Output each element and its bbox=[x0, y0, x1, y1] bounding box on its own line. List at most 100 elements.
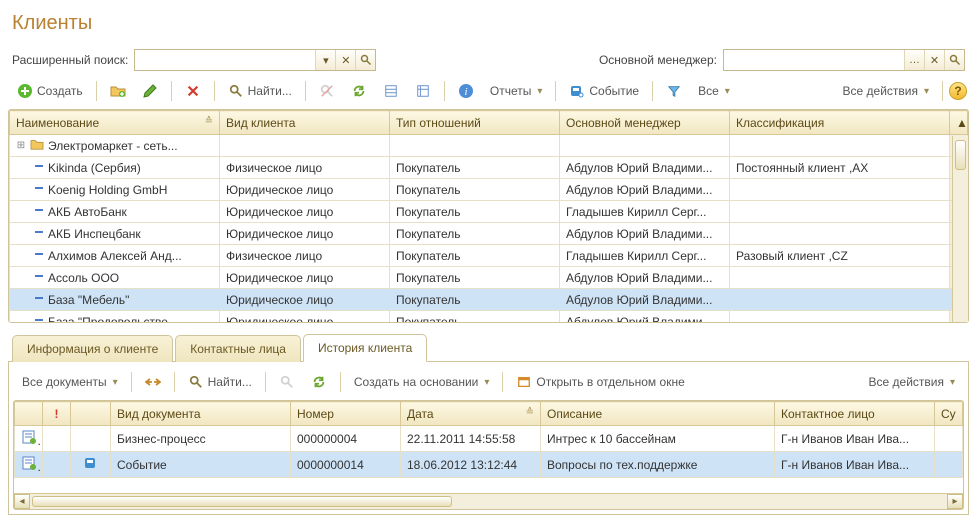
page-title: Клиенты bbox=[12, 12, 969, 35]
manager-lookup[interactable] bbox=[944, 50, 964, 70]
manager-input[interactable] bbox=[724, 50, 904, 70]
help-button[interactable]: ? bbox=[949, 82, 967, 100]
history-refresh-button[interactable] bbox=[304, 370, 334, 394]
col-class[interactable]: Классификация bbox=[730, 111, 950, 135]
info-icon: i bbox=[458, 83, 474, 99]
history-find-button[interactable]: Найти... bbox=[181, 370, 259, 394]
extended-search-wrap: ▾ ✕ bbox=[134, 49, 376, 71]
extended-search-lookup[interactable] bbox=[355, 50, 375, 70]
cell-type: Юридическое лицо bbox=[220, 201, 390, 223]
history-clear-find-button[interactable] bbox=[272, 370, 302, 394]
col-number[interactable]: Номер bbox=[291, 402, 401, 426]
all-documents-dropdown[interactable]: Все документы bbox=[15, 371, 125, 393]
history-grid: ! Вид документа Номер Дата≙ Описание Кон… bbox=[14, 401, 963, 493]
row-name: База "Продовольстве... bbox=[48, 315, 178, 323]
table-row[interactable]: Событие000000001418.06.2012 13:12:44Вопр… bbox=[15, 452, 963, 478]
scroll-left-button[interactable]: ◂ bbox=[14, 494, 30, 509]
collapse-dash-icon bbox=[34, 271, 44, 284]
col-contact[interactable]: Контактное лицо bbox=[775, 402, 935, 426]
cell-relation: Покупатель bbox=[390, 179, 560, 201]
all-actions-dropdown[interactable]: Все действия bbox=[836, 80, 937, 102]
extended-search-dropdown[interactable]: ▾ bbox=[315, 50, 335, 70]
manager-wrap: … ✕ bbox=[723, 49, 965, 71]
table-row[interactable]: АКБ ИнспецбанкЮридическое лицоПокупатель… bbox=[10, 223, 968, 245]
cell-type: Юридическое лицо bbox=[220, 289, 390, 311]
cell-class bbox=[730, 179, 950, 201]
manager-select[interactable]: … bbox=[904, 50, 924, 70]
col-icon[interactable] bbox=[15, 402, 43, 426]
tree-mode-button[interactable] bbox=[408, 79, 438, 103]
extended-search-label: Расширенный поиск: bbox=[12, 53, 128, 67]
tab-client-info[interactable]: Информация о клиенте bbox=[12, 335, 173, 362]
table-row[interactable]: База "Продовольстве...Юридическое лицоПо… bbox=[10, 311, 968, 323]
new-folder-button[interactable] bbox=[103, 79, 133, 103]
table-row[interactable]: Алхимов Алексей Анд...Физическое лицоПок… bbox=[10, 245, 968, 267]
col-manager[interactable]: Основной менеджер bbox=[560, 111, 730, 135]
cell-type: Юридическое лицо bbox=[220, 311, 390, 323]
col-doc-type[interactable]: Вид документа bbox=[111, 402, 291, 426]
cell-date: 22.11.2011 14:55:58 bbox=[401, 426, 541, 452]
col-date[interactable]: Дата≙ bbox=[401, 402, 541, 426]
doc-icon-cell bbox=[15, 452, 43, 478]
flag-cell bbox=[43, 426, 71, 452]
cell-manager: Гладышев Кирилл Серг... bbox=[560, 245, 730, 267]
tab-history[interactable]: История клиента bbox=[303, 334, 427, 362]
magnifier-cancel-icon bbox=[279, 374, 295, 390]
all-dropdown[interactable]: Все bbox=[691, 80, 737, 102]
cell-relation: Покупатель bbox=[390, 201, 560, 223]
open-window-button[interactable]: Открыть в отдельном окне bbox=[509, 370, 691, 394]
col-flag[interactable]: ! bbox=[43, 402, 71, 426]
create-based-dropdown[interactable]: Создать на основании bbox=[347, 371, 497, 393]
reports-dropdown[interactable]: Отчеты bbox=[483, 80, 550, 102]
grid-vertical-scrollbar[interactable] bbox=[952, 136, 968, 322]
detail-tabs: Информация о клиенте Контактные лица Ист… bbox=[8, 333, 969, 362]
col-type[interactable]: Вид клиента bbox=[220, 111, 390, 135]
refresh-button[interactable] bbox=[344, 79, 374, 103]
cell-number: 0000000014 bbox=[291, 452, 401, 478]
table-row[interactable]: Бизнес-процесс00000000422.11.2011 14:55:… bbox=[15, 426, 963, 452]
history-horizontal-scrollbar[interactable]: ◂ ▸ bbox=[14, 493, 963, 509]
cell-type: Юридическое лицо bbox=[220, 267, 390, 289]
table-row[interactable]: АКБ АвтоБанкЮридическое лицоПокупательГл… bbox=[10, 201, 968, 223]
extended-search-input[interactable] bbox=[135, 50, 315, 70]
cell-contact: Г-н Иванов Иван Ива... bbox=[775, 452, 935, 478]
table-row[interactable]: База "Мебель"Юридическое лицоПокупательА… bbox=[10, 289, 968, 311]
link-button[interactable] bbox=[138, 370, 168, 394]
cell-class bbox=[730, 267, 950, 289]
cell-desc: Вопросы по тех.поддержке bbox=[541, 452, 775, 478]
cell-manager bbox=[560, 135, 730, 157]
event-icon-cell bbox=[71, 426, 111, 452]
table-row[interactable]: Ассоль ОООЮридическое лицоПокупательАбду… bbox=[10, 267, 968, 289]
table-row[interactable]: ⊞Электромаркет - сеть... bbox=[10, 135, 968, 157]
table-row[interactable]: Kikinda (Сербия)Физическое лицоПокупател… bbox=[10, 157, 968, 179]
expand-icon[interactable]: ⊞ bbox=[16, 140, 26, 151]
col-desc[interactable]: Описание bbox=[541, 402, 775, 426]
filter-button[interactable] bbox=[659, 79, 689, 103]
row-name: Ассоль ООО bbox=[48, 271, 119, 285]
edit-button[interactable] bbox=[135, 79, 165, 103]
cell-type bbox=[220, 135, 390, 157]
magnifier-icon bbox=[188, 374, 204, 390]
event-button[interactable]: Событие bbox=[562, 79, 646, 103]
find-button[interactable]: Найти... bbox=[221, 79, 299, 103]
cell-manager: Абдулов Юрий Владими... bbox=[560, 311, 730, 323]
main-toolbar: Создать Найти... bbox=[8, 75, 969, 107]
create-button[interactable]: Создать bbox=[10, 79, 90, 103]
list-mode-button[interactable] bbox=[376, 79, 406, 103]
phone-event-icon bbox=[569, 83, 585, 99]
scroll-right-button[interactable]: ▸ bbox=[947, 494, 963, 509]
scrollbar-thumb[interactable] bbox=[955, 140, 966, 170]
info-button[interactable]: i bbox=[451, 79, 481, 103]
tab-contacts[interactable]: Контактные лица bbox=[175, 335, 301, 362]
scrollbar-thumb[interactable] bbox=[32, 496, 452, 507]
col-attach[interactable] bbox=[71, 402, 111, 426]
history-all-actions-dropdown[interactable]: Все действия bbox=[862, 371, 963, 393]
col-su[interactable]: Су bbox=[935, 402, 963, 426]
manager-clear[interactable]: ✕ bbox=[924, 50, 944, 70]
extended-search-clear[interactable]: ✕ bbox=[335, 50, 355, 70]
delete-button[interactable] bbox=[178, 79, 208, 103]
col-name[interactable]: Наименование≙ bbox=[10, 111, 220, 135]
col-relation[interactable]: Тип отношений bbox=[390, 111, 560, 135]
table-row[interactable]: Koenig Holding GmbHЮридическое лицоПокуп… bbox=[10, 179, 968, 201]
clear-find-button[interactable] bbox=[312, 79, 342, 103]
